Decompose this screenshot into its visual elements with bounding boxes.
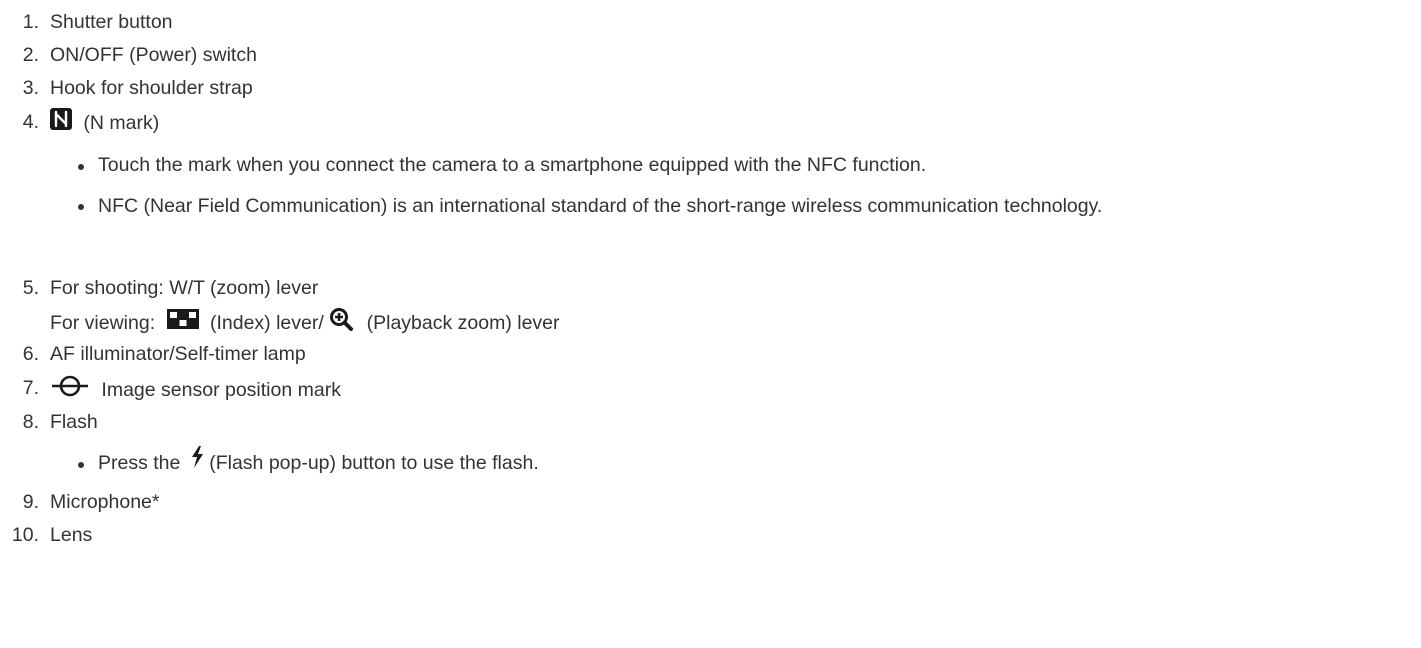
n-mark-icon	[50, 108, 72, 136]
item-number: 8.	[22, 411, 39, 433]
list-item: 7. Image sensor position mark	[0, 374, 1421, 406]
item-text: Image sensor position mark	[101, 379, 341, 402]
item-number: 2.	[22, 44, 39, 66]
bullet-text: Touch the mark when you connect the came…	[98, 154, 927, 176]
item-number: 10.	[11, 524, 39, 546]
bullet-text: NFC (Near Field Communication) is an int…	[98, 195, 1103, 217]
item-text-suffix: (Playback zoom) lever	[366, 312, 560, 335]
bullet-text-suffix: (Flash pop-up) button to use the flash.	[209, 452, 539, 474]
item-text: ON/OFF (Power) switch	[50, 44, 257, 66]
list-item: 3. Hook for shoulder strap	[0, 76, 1421, 100]
image-sensor-position-icon	[50, 374, 90, 404]
item-text: (N mark)	[83, 112, 160, 135]
list-item: 2. ON/OFF (Power) switch	[0, 43, 1421, 67]
item-number: 5.	[22, 277, 39, 299]
list-item: 10. Lens	[0, 523, 1421, 547]
list-item: 1. Shutter button	[0, 10, 1421, 34]
item-number: 7.	[22, 377, 39, 399]
item-number: 3.	[22, 77, 39, 99]
list-item-continuation: For viewing: (Index) lever/ (Playback zo…	[0, 307, 1421, 339]
bullet-item: NFC (Near Field Communication) is an int…	[78, 190, 1398, 223]
bullet-item: Touch the mark when you connect the came…	[78, 150, 1418, 180]
item-number: 9.	[22, 491, 39, 513]
item-text: Flash	[50, 411, 98, 433]
item-text: Lens	[50, 524, 93, 546]
item-number: 1.	[22, 11, 39, 33]
flash-icon	[190, 446, 204, 477]
item-text: Hook for shoulder strap	[50, 77, 253, 99]
item-number: 4.	[22, 111, 39, 133]
index-icon	[166, 309, 199, 335]
item-text: AF illuminator/Self-timer lamp	[50, 343, 306, 365]
item-text: Shutter button	[50, 11, 173, 33]
item-text-prefix: For viewing:	[50, 312, 156, 335]
item-text-mid: (Index) lever/	[209, 312, 324, 335]
list-item: 9. Microphone*	[0, 490, 1421, 514]
list-item: 6. AF illuminator/Self-timer lamp	[0, 342, 1421, 366]
item-text-line1: For shooting: W/T (zoom) lever	[50, 277, 319, 299]
list-item: 8. Flash	[0, 410, 1421, 434]
bullet-text-prefix: Press the	[98, 452, 181, 474]
list-item: 4. (N mark)	[0, 108, 1421, 138]
item-number: 6.	[22, 343, 39, 365]
list-item: 5. For shooting: W/T (zoom) lever	[0, 276, 1421, 300]
bullet-item: Press the (Flash pop-up) button to use t…	[78, 446, 1418, 479]
playback-zoom-icon	[329, 307, 354, 337]
item-text: Microphone*	[50, 491, 160, 513]
